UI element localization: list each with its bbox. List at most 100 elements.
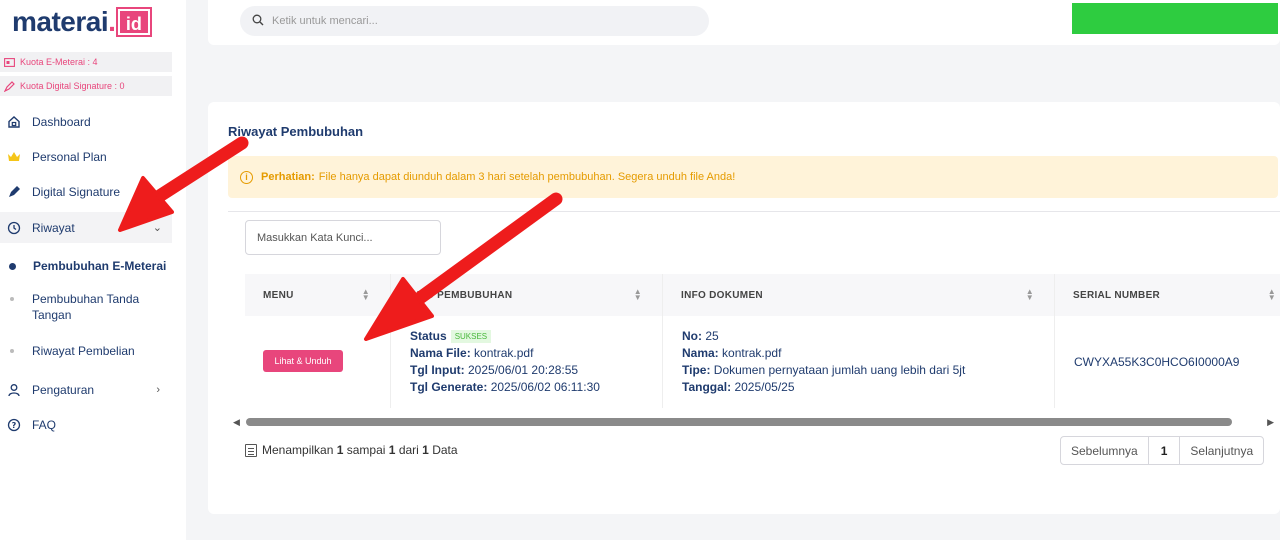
sidebar-subitem-label: Pembubuhan Tanda Tangan: [32, 292, 140, 322]
pen-icon: [6, 184, 22, 200]
bullet-icon: [10, 297, 14, 301]
info-icon: i: [240, 170, 253, 184]
info-mid2: dari: [398, 443, 419, 457]
file-label: Nama File:: [410, 346, 471, 360]
scrollbar-thumb[interactable]: [246, 418, 1232, 426]
info-dokumen-cell: No: 25 Nama: kontrak.pdf Tipe: Dokumen p…: [663, 316, 1055, 408]
warning-alert: i Perhatian: File hanya dapat diunduh da…: [228, 156, 1278, 198]
pagination: Sebelumnya 1 Selanjutnya: [1060, 436, 1265, 465]
quota-emeterai: Kuota E-Meterai : 4: [0, 52, 172, 72]
bullet-icon: [10, 349, 14, 353]
sidebar-subitem-pembubuhan-tanda-tangan[interactable]: Pembubuhan Tanda Tangan: [0, 291, 150, 323]
sort-icon: ▲ ▼: [633, 287, 642, 302]
alert-text: File hanya dapat diunduh dalam 3 hari se…: [318, 171, 736, 183]
generate-date-value: 2025/06/02 06:11:30: [490, 380, 600, 394]
search-icon: [252, 14, 264, 29]
column-header-menu[interactable]: MENU ▲ ▼: [245, 274, 391, 316]
doc-no-label: No:: [682, 329, 702, 343]
sidebar-item-label: Pengaturan: [32, 383, 95, 397]
user-icon: [6, 382, 22, 398]
input-date-value: 2025/06/01 20:28:55: [468, 363, 579, 377]
home-icon: [6, 114, 22, 130]
brand-suffix: id: [115, 7, 152, 37]
pagination-info: Menampilkan 1 sampai 1 dari 1 Data: [245, 443, 458, 457]
quota-digital-signature: Kuota Digital Signature : 0: [0, 76, 172, 96]
doc-name-value: kontrak.pdf: [722, 346, 782, 360]
serial-number: CWYXA55K3C0HCO6I0000A9: [1074, 354, 1240, 369]
sidebar: materai. id Kuota E-Meterai : 4 Kuota Di…: [0, 0, 186, 540]
doc-type-label: Tipe:: [682, 363, 711, 377]
info-suffix: Data: [432, 443, 458, 457]
page-title: Riwayat Pembubuhan: [228, 124, 364, 139]
serial-number-cell: CWYXA55K3C0HCO6I0000A9: [1055, 316, 1280, 408]
scroll-right-icon[interactable]: ▶: [1267, 417, 1274, 428]
svg-text:?: ?: [12, 421, 17, 430]
green-action-button[interactable]: [1072, 3, 1278, 34]
info-prefix: Menampilkan: [262, 443, 334, 457]
column-header-info-dokumen[interactable]: INFO DOKUMEN ▲ ▼: [663, 274, 1055, 316]
sidebar-item-dashboard[interactable]: Dashboard: [0, 112, 172, 132]
sidebar-item-personal-plan[interactable]: Personal Plan: [0, 147, 172, 167]
sidebar-subitem-label: Riwayat Pembelian: [32, 344, 135, 358]
sort-icon: ▲ ▼: [1267, 287, 1276, 302]
file-value: kontrak.pdf: [474, 346, 534, 360]
doc-date-value: 2025/05/25: [734, 380, 795, 394]
doc-name-label: Nama:: [682, 346, 719, 360]
history-card: Riwayat Pembubuhan i Perhatian: File han…: [208, 102, 1280, 514]
status-badge: SUKSES: [450, 330, 492, 343]
brand-name: materai: [12, 6, 109, 37]
column-header-info-pembubuhan[interactable]: INFO PEMBUBUHAN ▲ ▼: [391, 274, 663, 316]
pagination-next-button[interactable]: Selanjutnya: [1180, 437, 1263, 464]
horizontal-scrollbar[interactable]: ◀ ▶: [228, 414, 1280, 430]
view-download-button[interactable]: Lihat & Unduh: [263, 350, 343, 372]
search-input[interactable]: [272, 15, 692, 27]
chevron-down-icon: ⌄: [152, 222, 162, 234]
search-bar: [240, 6, 709, 36]
doc-type-value: Dokumen pernyataan jumlah uang lebih dar…: [713, 363, 966, 377]
pagination-page-button[interactable]: 1: [1149, 437, 1181, 464]
column-header-label: INFO DOKUMEN: [681, 289, 763, 301]
sidebar-subitem-riwayat-pembelian[interactable]: Riwayat Pembelian: [0, 343, 172, 359]
history-icon: [6, 220, 22, 236]
column-header-serial-number[interactable]: SERIAL NUMBER ▲ ▼: [1055, 274, 1280, 316]
sidebar-item-riwayat[interactable]: Riwayat ⌄: [0, 212, 172, 243]
info-mid1: sampai: [346, 443, 386, 457]
info-to: 1: [388, 443, 396, 457]
sidebar-item-label: Dashboard: [32, 115, 91, 129]
crown-icon: [6, 149, 22, 165]
column-header-label: MENU: [263, 289, 294, 301]
status-label: Status: [410, 329, 447, 343]
divider: [228, 211, 1280, 212]
bullet-icon: [9, 263, 16, 270]
table-header: MENU ▲ ▼ INFO PEMBUBUHAN ▲ ▼ INFO DOKUMEN …: [245, 274, 1280, 316]
info-from: 1: [336, 443, 344, 457]
pagination-prev-button[interactable]: Sebelumnya: [1061, 437, 1149, 464]
card-icon: [4, 57, 15, 67]
sidebar-item-digital-signature[interactable]: Digital Signature: [0, 182, 172, 202]
clipboard-icon: [245, 443, 257, 457]
help-icon: ?: [6, 417, 22, 433]
top-bar: [208, 0, 1280, 45]
info-total: 1: [422, 443, 429, 457]
sort-icon: ▲ ▼: [1025, 287, 1034, 302]
column-header-label: SERIAL NUMBER: [1073, 289, 1161, 301]
sidebar-item-label: Riwayat: [32, 220, 75, 235]
doc-no-value: 25: [705, 329, 719, 343]
sidebar-item-faq[interactable]: ? FAQ: [0, 415, 172, 435]
sidebar-item-pengaturan[interactable]: Pengaturan ›: [0, 380, 172, 400]
sidebar-subitem-label: Pembubuhan E-Meterai: [33, 259, 167, 273]
info-pembubuhan-cell: Status SUKSES Nama File: kontrak.pdf Tgl …: [391, 316, 663, 408]
brand-logo[interactable]: materai. id: [12, 4, 152, 40]
alert-strong: Perhatian:: [261, 171, 315, 183]
sidebar-item-label: Personal Plan: [32, 150, 107, 164]
quota-emeterai-text: Kuota E-Meterai : 4: [20, 57, 98, 67]
menu-cell: Lihat & Unduh: [245, 316, 391, 408]
sidebar-item-label: Digital Signature: [32, 185, 121, 199]
chevron-right-icon: ›: [156, 384, 160, 396]
generate-date-label: Tgl Generate:: [410, 380, 488, 394]
keyword-search-input[interactable]: [245, 220, 441, 255]
table-row: Lihat & Unduh Status SUKSES Nama File: ko…: [245, 316, 1280, 408]
sidebar-subitem-pembubuhan-emeterai[interactable]: Pembubuhan E-Meterai: [0, 258, 172, 274]
scroll-left-icon[interactable]: ◀: [233, 417, 240, 428]
input-date-label: Tgl Input:: [410, 363, 465, 377]
